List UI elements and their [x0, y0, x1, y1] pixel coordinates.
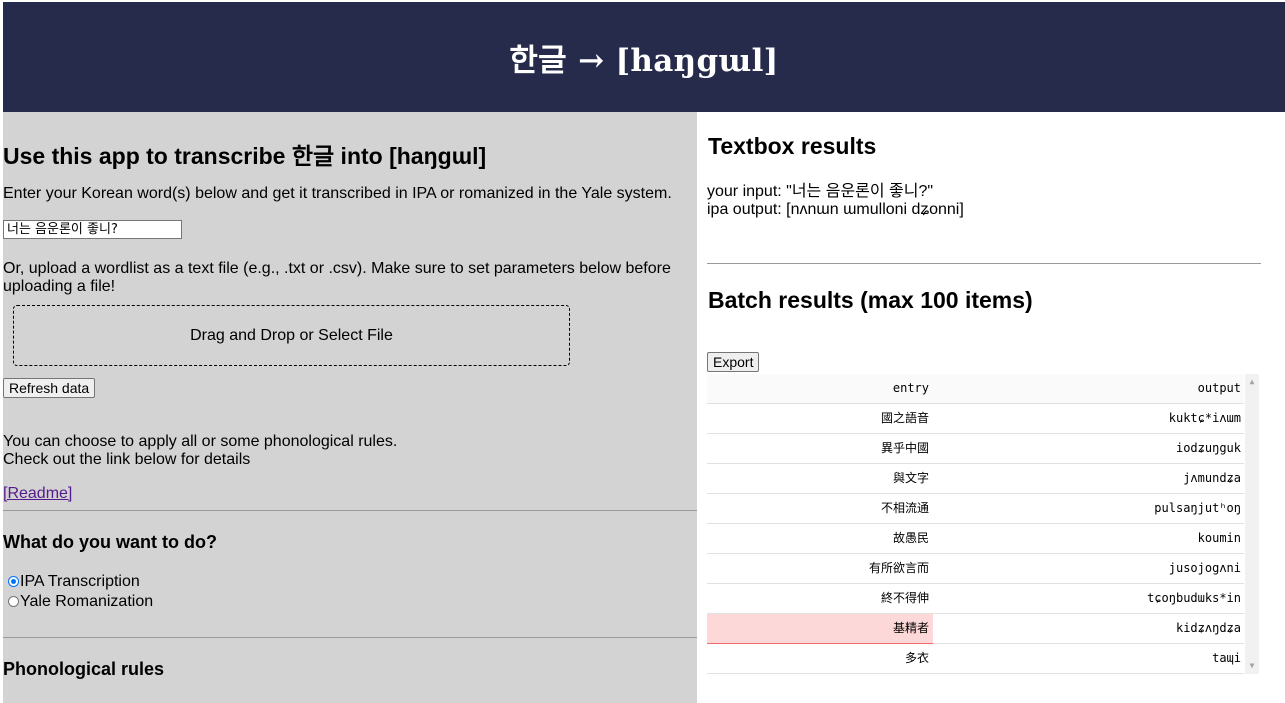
entry-cell[interactable]: 多衣	[707, 644, 933, 673]
table-row[interactable]: 故愚民 koumin	[707, 524, 1244, 554]
intro-text: Enter your Korean word(s) below and get …	[3, 185, 672, 202]
table-row[interactable]: 異乎中國 iodʑuŋguk	[707, 434, 1244, 464]
table-row[interactable]: 有所欲言而 jusojogʌni	[707, 554, 1244, 584]
output-cell[interactable]: jusojogʌni	[933, 554, 1244, 583]
option-ipa[interactable]: IPA Transcription	[8, 573, 140, 591]
refresh-data-button[interactable]: Refresh data	[3, 378, 96, 398]
mode-heading: What do you want to do?	[3, 532, 217, 552]
column-header-output[interactable]: output	[933, 374, 1244, 403]
table-scrollbar[interactable]: ▲ ▼	[1245, 374, 1259, 674]
entry-cell[interactable]: 國之語音	[707, 404, 933, 433]
table-row[interactable]: 終不得伸 tɕoŋbudɯks*in	[707, 584, 1244, 614]
export-button[interactable]: Export	[707, 352, 760, 372]
table-row[interactable]: 基精者 kidʑʌŋdʑa	[707, 614, 1244, 644]
entry-cell[interactable]: 故愚民	[707, 524, 933, 553]
korean-text-input[interactable]: 너는 음운론이 좋니?	[3, 220, 182, 239]
entry-cell[interactable]: 與文字	[707, 464, 933, 493]
app-frame: 한글 → [haŋgɯl] Use this app to transcribe…	[3, 2, 1285, 703]
entry-cell[interactable]: 終不得伸	[707, 584, 933, 613]
textbox-results-heading: Textbox results	[708, 133, 877, 159]
upload-text-line-1: Or, upload a wordlist as a text file (e.…	[3, 260, 671, 277]
column-header-entry[interactable]: entry	[707, 374, 933, 403]
table-header-row: entry output	[707, 374, 1244, 404]
batch-results-table: entry output 國之語音 kuktɕ*iʌɯm 異乎中國 iodʑuŋguk…	[707, 374, 1259, 674]
entry-cell[interactable]: 異乎中國	[707, 434, 933, 463]
upload-text-line-2: uploading a file!	[3, 278, 116, 295]
output-cell[interactable]: koumin	[933, 524, 1244, 553]
divider	[3, 637, 697, 638]
batch-results-heading: Batch results (max 100 items)	[708, 287, 1033, 313]
table-row[interactable]: 與文字 jʌmundʑa	[707, 464, 1244, 494]
entry-cell[interactable]: 有所欲言而	[707, 554, 933, 583]
ipa-output-text: ipa output: [nʌnɯn ɯmulloni dʑonni]	[707, 201, 964, 218]
table-row[interactable]: 不相流通 pulsaŋjutʰoŋ	[707, 494, 1244, 524]
table-row[interactable]: 多衣 taɰi	[707, 644, 1244, 674]
option-yale[interactable]: Yale Romanization	[8, 593, 153, 611]
ipa-radio[interactable]	[8, 576, 19, 587]
entry-cell[interactable]: 基精者	[707, 614, 933, 644]
app-header: 한글 → [haŋgɯl]	[3, 2, 1285, 112]
scroll-up-icon[interactable]: ▲	[1245, 376, 1259, 388]
output-cell[interactable]: jʌmundʑa	[933, 464, 1244, 493]
output-cell[interactable]: kuktɕ*iʌɯm	[933, 404, 1244, 433]
right-panel: Textbox results your input: "너는 음운론이 좋니?…	[697, 112, 1285, 703]
entry-cell[interactable]: 不相流通	[707, 494, 933, 523]
phonological-rules-heading: Phonological rules	[3, 659, 165, 679]
divider	[3, 510, 697, 511]
output-cell[interactable]: kidʑʌŋdʑa	[933, 614, 1244, 643]
rules-text-line-2: Check out the link below for details	[3, 451, 251, 468]
readme-link[interactable]: [Readme]	[3, 485, 72, 503]
page-heading: Use this app to transcribe 한글 into [haŋg…	[3, 143, 487, 169]
yale-radio[interactable]	[8, 596, 19, 607]
output-cell[interactable]: iodʑuŋguk	[933, 434, 1244, 463]
output-cell[interactable]: pulsaŋjutʰoŋ	[933, 494, 1244, 523]
rules-text-line-1: You can choose to apply all or some phon…	[3, 433, 398, 450]
scroll-down-icon[interactable]: ▼	[1245, 660, 1259, 672]
divider	[707, 263, 1261, 264]
output-cell[interactable]: tɕoŋbudɯks*in	[933, 584, 1244, 613]
dropzone-label: Drag and Drop or Select File	[190, 326, 393, 344]
your-input-text: your input: "너는 음운론이 좋니?"	[707, 183, 934, 200]
table-row[interactable]: 國之語音 kuktɕ*iʌɯm	[707, 404, 1244, 434]
left-panel: Use this app to transcribe 한글 into [haŋg…	[3, 112, 697, 703]
option-yale-label: Yale Romanization	[20, 593, 154, 610]
app-title: 한글 → [haŋgɯl]	[509, 42, 779, 79]
output-cell[interactable]: taɰi	[933, 644, 1244, 673]
option-ipa-label: IPA Transcription	[20, 573, 140, 590]
file-dropzone[interactable]: Drag and Drop or Select File	[13, 305, 570, 366]
